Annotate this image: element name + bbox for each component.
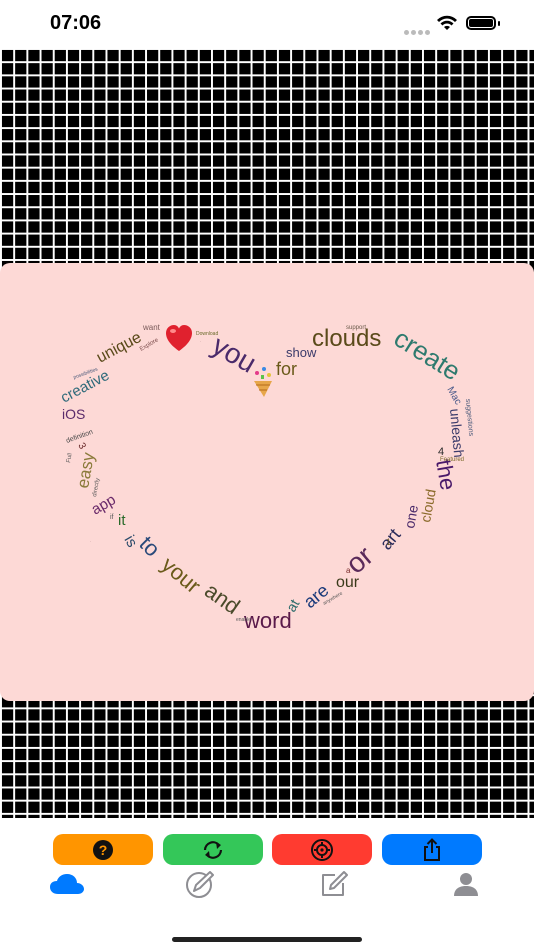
cloud-icon xyxy=(50,874,84,894)
tab-profile[interactable] xyxy=(446,868,486,900)
cloud-word: cloud xyxy=(417,488,439,524)
cloud-word: show xyxy=(286,345,317,360)
tab-edit[interactable] xyxy=(314,868,354,900)
person-icon xyxy=(454,873,478,896)
wifi-icon xyxy=(437,15,457,30)
cloud-word: and xyxy=(200,578,244,620)
cloud-word: 4 xyxy=(438,446,444,458)
cloud-word: 3 xyxy=(75,441,88,452)
filler-word: · xyxy=(420,349,421,354)
party-popper-icon xyxy=(254,367,272,397)
cloud-word: a xyxy=(346,566,351,575)
cloud-word: want xyxy=(142,323,161,332)
filler-word: · xyxy=(455,369,456,374)
cloud-word: unleash xyxy=(447,408,467,458)
tab-cloud[interactable] xyxy=(47,868,87,900)
cloud-word: enable xyxy=(236,617,251,623)
cloud-word: unique xyxy=(94,329,144,367)
cloud-word: support xyxy=(346,325,366,331)
pen-circle-icon xyxy=(186,871,214,898)
tab-style[interactable] xyxy=(180,868,220,900)
filler-word: · xyxy=(90,539,91,544)
cloud-word: iOS xyxy=(62,406,85,422)
cloud-word: definition xyxy=(65,429,94,445)
battery-tip xyxy=(498,21,500,26)
compose-icon xyxy=(322,871,348,896)
signal-icon xyxy=(404,22,432,40)
status-bar: 07:06 xyxy=(0,0,534,48)
cloud-word: Download xyxy=(196,331,218,337)
word-cloud-canvas[interactable]: clouds create you for show unique creati… xyxy=(0,263,534,701)
cloud-word: 1 xyxy=(386,537,391,547)
cloud-word: Full xyxy=(66,453,74,464)
question-circle-icon: ? xyxy=(93,839,113,860)
home-indicator xyxy=(172,937,362,942)
cloud-word: Mac xyxy=(444,385,463,407)
cloud-word: are xyxy=(300,580,333,612)
share-icon xyxy=(424,837,440,861)
cloud-word: for xyxy=(276,359,297,379)
heart-emoji-icon xyxy=(166,325,192,351)
cloud-word: create xyxy=(389,323,466,387)
status-time: 07:06 xyxy=(50,12,102,34)
filler-word: · xyxy=(200,339,201,344)
share-button[interactable] xyxy=(382,834,482,865)
cloud-word: your xyxy=(157,552,206,599)
refresh-button[interactable] xyxy=(163,834,263,865)
cloud-word: Explore xyxy=(139,337,160,353)
help-button[interactable]: ? xyxy=(53,834,153,865)
svg-text:?: ? xyxy=(99,842,108,858)
word-cloud-svg: clouds create you for show unique creati… xyxy=(58,323,474,633)
cloud-word: if xyxy=(110,514,114,521)
gear-badge-icon xyxy=(311,838,333,861)
refresh-icon xyxy=(203,840,223,859)
settings-button[interactable] xyxy=(272,834,372,865)
cloud-word: to xyxy=(134,531,165,562)
battery-icon xyxy=(466,16,496,30)
cloud-word: it xyxy=(118,512,126,529)
